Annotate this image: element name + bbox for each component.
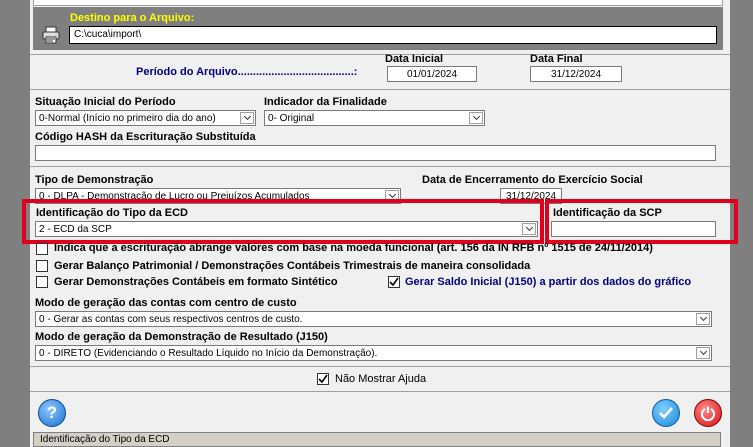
cost-center-mode-label: Modo de geração das contas com centro de…: [35, 297, 297, 309]
synthetic-format-label: Gerar Demonstrações Contábeis em formato…: [54, 276, 338, 288]
hash-input[interactable]: [35, 145, 716, 161]
ecd-type-label: Identificação do Tipo da ECD: [36, 207, 190, 219]
period-label: Período do Arquivo......................…: [136, 66, 358, 78]
destination-label: Destino para o Arquivo:: [70, 12, 195, 24]
separator: [30, 391, 730, 392]
ecd-type-value: 2 - ECD da SCP: [39, 224, 112, 235]
hash-label: Código HASH da Escrituração Substituída: [35, 131, 256, 143]
ecd-type-select[interactable]: 2 - ECD da SCP: [35, 221, 538, 237]
purpose-indicator-select[interactable]: 0- Original: [264, 110, 485, 126]
initial-situation-value: 0-Normal (Início no primeiro dia do ano): [39, 113, 216, 124]
scp-input[interactable]: [551, 221, 716, 237]
synthetic-format-checkbox[interactable]: [36, 276, 48, 288]
functional-currency-label: Indica que a escrituração abrange valore…: [54, 242, 653, 254]
chevron-down-icon[interactable]: [522, 223, 536, 235]
chevron-down-icon[interactable]: [469, 112, 483, 124]
close-button[interactable]: [694, 399, 722, 427]
chevron-down-icon[interactable]: [696, 347, 710, 359]
initial-balance-checkbox[interactable]: [388, 276, 400, 288]
separator: [30, 54, 730, 55]
closing-date-label: Data de Encerramento do Exercício Social: [422, 174, 643, 186]
help-icon: ?: [46, 403, 58, 422]
end-date-label: Data Final: [530, 53, 583, 65]
check-icon: [389, 277, 399, 287]
initial-situation-select[interactable]: 0-Normal (Início no primeiro dia do ano): [35, 110, 256, 126]
confirm-button[interactable]: [652, 399, 680, 427]
power-icon: [701, 406, 715, 421]
income-statement-mode-select[interactable]: 0 - DIRETO (Evidenciando o Resultado Líq…: [35, 345, 712, 361]
functional-currency-checkbox[interactable]: [36, 243, 48, 255]
initial-situation-label: Situação Inicial do Período: [35, 96, 176, 108]
start-date-input[interactable]: 01/01/2024: [387, 66, 477, 82]
purpose-indicator-value: 0- Original: [268, 113, 315, 124]
destination-input[interactable]: C:\cuca\import\: [69, 26, 717, 44]
income-statement-mode-label: Modo de geração da Demonstração de Resul…: [35, 331, 328, 343]
purpose-indicator-label: Indicador da Finalidade: [264, 96, 387, 108]
hide-help-checkbox[interactable]: [317, 373, 329, 385]
scp-label: Identificação da SCP: [553, 207, 662, 219]
top-panel: [33, 0, 723, 6]
check-icon: [659, 407, 673, 419]
printer-icon[interactable]: [41, 26, 61, 44]
initial-balance-label: Gerar Saldo Inicial (J150) a partir dos …: [405, 276, 692, 288]
chevron-down-icon[interactable]: [240, 112, 254, 124]
separator: [30, 366, 730, 367]
consolidated-balance-checkbox[interactable]: [36, 260, 48, 272]
check-icon: [318, 374, 328, 384]
separator: [30, 166, 730, 167]
hide-help-label: Não Mostrar Ajuda: [335, 373, 427, 385]
statement-type-label: Tipo de Demonstração: [35, 174, 154, 186]
help-button[interactable]: ?: [38, 399, 66, 427]
chevron-down-icon[interactable]: [696, 313, 710, 325]
start-date-label: Data Inicial: [385, 53, 444, 65]
status-bar: Identificação do Tipo da ECD: [33, 432, 721, 447]
consolidated-balance-label: Gerar Balanço Patrimonial / Demonstraçõe…: [54, 260, 531, 272]
end-date-input[interactable]: 31/12/2024: [530, 66, 622, 82]
separator: [30, 89, 730, 90]
cost-center-mode-select[interactable]: 0 - Gerar as contas com seus respectivos…: [35, 311, 712, 327]
cost-center-mode-value: 0 - Gerar as contas com seus respectivos…: [39, 314, 303, 325]
income-statement-mode-value: 0 - DIRETO (Evidenciando o Resultado Líq…: [39, 348, 378, 359]
